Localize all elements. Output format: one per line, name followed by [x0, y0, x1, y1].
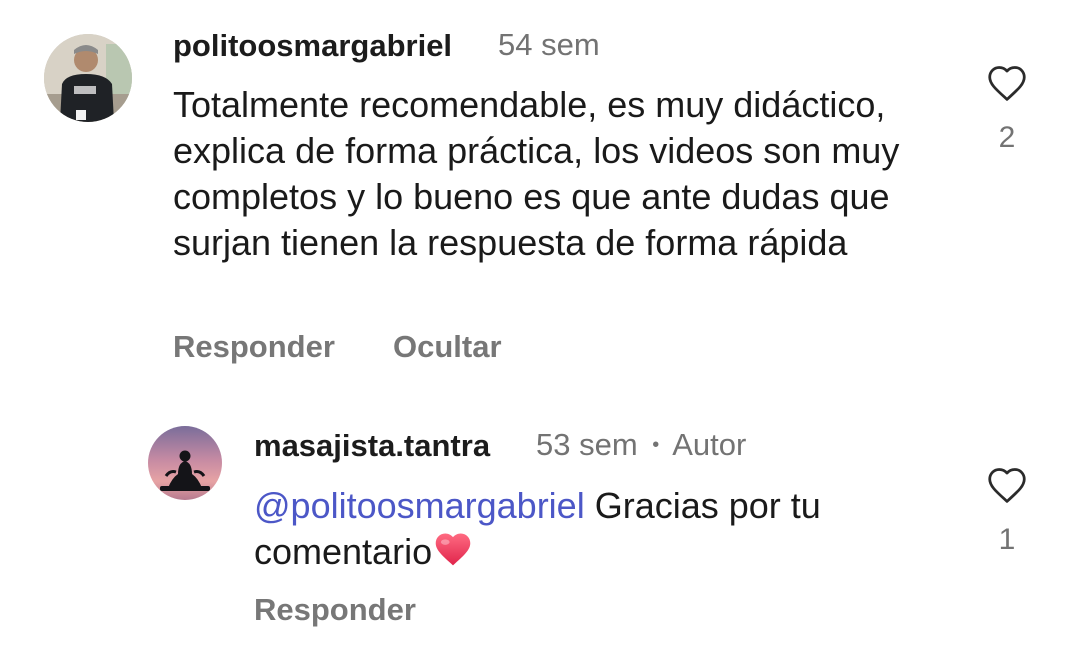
reply-username[interactable]: masajista.tantra: [254, 428, 490, 464]
like-count: 2: [998, 121, 1016, 154]
red-heart-emoji: [432, 530, 474, 579]
heart-outline-icon[interactable]: [986, 66, 1028, 106]
reply-item: masajista.tantra 53 sem • Autor @politoo…: [0, 380, 1080, 658]
comment-text: Totalmente recomendable, es muy didáctic…: [173, 84, 900, 263]
avatar-photo: [44, 34, 132, 122]
hide-button[interactable]: Ocultar: [393, 329, 502, 365]
comment-item: politoosmargabriel 54 sem Totalmente rec…: [0, 0, 1080, 380]
comment-username[interactable]: politoosmargabriel: [173, 28, 452, 64]
author-badge: Autor: [672, 427, 747, 462]
reply-button[interactable]: Responder: [173, 329, 335, 365]
like-count: 1: [998, 523, 1016, 556]
reply-button[interactable]: Responder: [254, 592, 416, 628]
meta-separator: •: [652, 434, 660, 456]
reply-text: @politoosmargabriel Gracias por tu comen…: [254, 483, 954, 579]
avatar[interactable]: [148, 426, 222, 500]
reply-time: 53 sem: [536, 427, 638, 462]
comment-timestamp: 54 sem: [498, 27, 600, 62]
avatar-photo: [148, 426, 222, 500]
mention-link[interactable]: @politoosmargabriel: [254, 485, 585, 526]
reply-timestamp: 53 sem • Autor: [536, 427, 746, 463]
avatar[interactable]: [44, 34, 132, 122]
like-control[interactable]: 2: [977, 64, 1037, 155]
like-control[interactable]: 1: [977, 466, 1037, 557]
heart-outline-icon[interactable]: [986, 468, 1028, 508]
